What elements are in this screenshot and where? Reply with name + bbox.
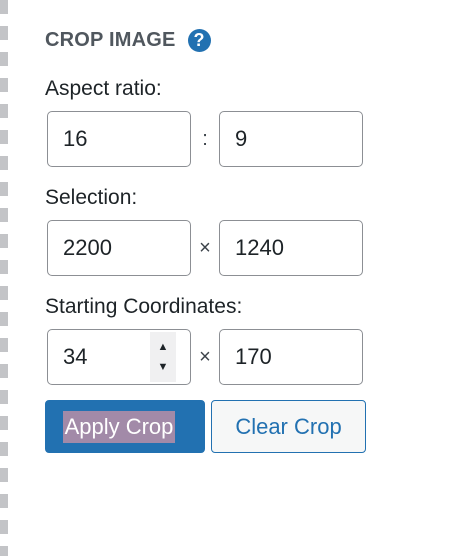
aspect-ratio-label: Aspect ratio: <box>45 77 162 100</box>
section-title: CROP IMAGE <box>45 28 176 51</box>
selection-width-input[interactable]: 2200 <box>47 220 191 276</box>
starting-coordinates-label: Starting Coordinates: <box>45 295 243 318</box>
aspect-ratio-width-input[interactable]: 16 <box>47 111 191 167</box>
starting-x-input[interactable]: 34 ▲ ▼ <box>47 329 191 385</box>
aspect-ratio-row: 16 : 9 <box>45 111 445 167</box>
starting-y-input[interactable]: 170 <box>219 329 363 385</box>
starting-coordinates-separator: × <box>199 345 211 368</box>
aspect-ratio-height-input[interactable]: 9 <box>219 111 363 167</box>
apply-crop-label: Apply Crop <box>62 410 176 443</box>
stepper-down-icon[interactable]: ▼ <box>158 361 169 373</box>
aspect-ratio-separator: : <box>202 127 208 150</box>
starting-x-stepper[interactable]: ▲ ▼ <box>150 332 176 382</box>
selection-label: Selection: <box>45 186 138 209</box>
crop-image-panel: CROP IMAGE ? Aspect ratio: 16 : 9 Select… <box>45 24 445 453</box>
help-icon[interactable]: ? <box>187 28 211 52</box>
selection-row: 2200 × 1240 <box>45 220 445 276</box>
selection-separator: × <box>199 236 211 259</box>
apply-crop-button[interactable]: Apply Crop <box>45 400 205 453</box>
section-header: CROP IMAGE ? <box>45 24 445 56</box>
starting-coordinates-row: 34 ▲ ▼ × 170 <box>45 329 445 385</box>
panel-dashed-border <box>0 0 8 556</box>
crop-actions: Apply Crop Clear Crop <box>45 400 445 453</box>
clear-crop-button[interactable]: Clear Crop <box>211 400 366 453</box>
selection-height-input[interactable]: 1240 <box>219 220 363 276</box>
starting-x-value: 34 <box>63 344 88 369</box>
stepper-up-icon[interactable]: ▲ <box>158 341 169 353</box>
